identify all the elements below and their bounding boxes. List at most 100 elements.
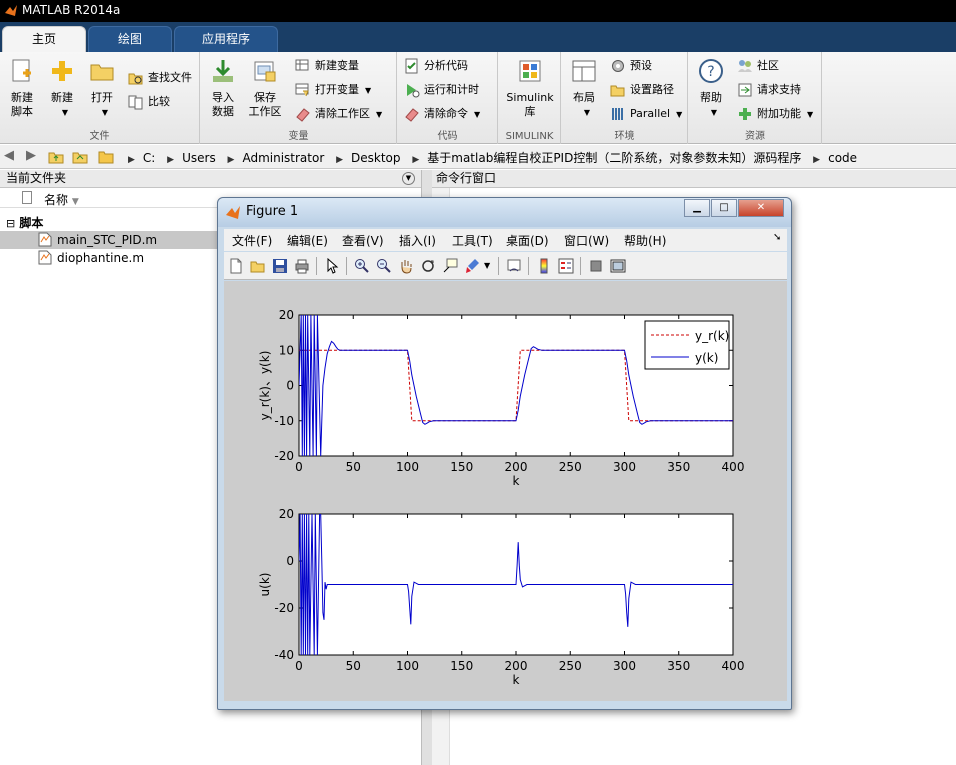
pointer-icon[interactable] (324, 258, 340, 274)
legend-entry: y_r(k) (695, 329, 729, 343)
menu-file[interactable]: 文件(F) (232, 232, 272, 249)
file-group-scripts[interactable]: ⊟ 脚本 (6, 214, 43, 231)
rotate-3d-icon[interactable] (420, 258, 436, 274)
x-tick-label: 200 (505, 460, 528, 474)
current-folder-title: 当前文件夹 (6, 171, 67, 185)
new-variable-button[interactable]: 新建变量 (293, 56, 359, 76)
open-variable-button[interactable]: 打开变量 ▼ (293, 80, 371, 100)
matlab-title-bar: MATLAB R2014a (0, 0, 956, 22)
tab-plots[interactable]: 绘图 (88, 26, 172, 52)
preferences-button[interactable]: 预设 (608, 56, 652, 76)
x-tick-label: 150 (450, 460, 473, 474)
legend-icon[interactable] (558, 258, 574, 274)
layout-button[interactable]: 布局 ▼ (564, 58, 604, 120)
zoom-out-icon[interactable] (376, 258, 392, 274)
save-icon[interactable] (272, 258, 288, 274)
data-cursor-icon[interactable] (442, 258, 458, 274)
up-folder-icon[interactable] (48, 149, 64, 167)
help-button[interactable]: ? 帮助 ▼ (691, 58, 731, 120)
open-file-icon[interactable] (250, 258, 266, 274)
set-path-button[interactable]: 设置路径 (608, 80, 674, 100)
community-button[interactable]: 社区 (735, 56, 779, 76)
list-item-diophantine[interactable]: diophantine.m (0, 249, 222, 267)
parallel-button[interactable]: Parallel ▼ (608, 104, 682, 124)
clear-commands-button[interactable]: 清除命令 ▼ (402, 104, 480, 124)
new-variable-icon (295, 59, 309, 71)
current-folder-header: 当前文件夹 ▼ (0, 170, 421, 188)
menu-edit[interactable]: 编辑(E) (287, 232, 328, 249)
browse-folder-icon[interactable] (72, 149, 88, 167)
help-label: 帮助 (700, 91, 722, 104)
new-script-button[interactable]: 新建 脚本 (2, 58, 42, 119)
close-button[interactable]: ✕ (738, 199, 784, 217)
figure-toolbar: ▼ (224, 252, 787, 280)
brush-icon[interactable] (464, 258, 480, 274)
x-tick-label: 400 (722, 460, 745, 474)
menu-tools[interactable]: 工具(T) (452, 232, 493, 249)
layout-label: 布局 (573, 91, 595, 104)
open-dropdown-icon: ▼ (101, 108, 109, 117)
clear-workspace-button[interactable]: 清除工作区 ▼ (293, 104, 382, 124)
simulink-library-button[interactable]: Simulink 库 (503, 58, 557, 119)
menu-window[interactable]: 窗口(W) (564, 232, 609, 249)
import-data-button[interactable]: 导入 数据 (203, 58, 243, 119)
name-column-text: 名称 (44, 193, 69, 207)
toolbar-separator (346, 257, 347, 275)
request-support-button[interactable]: 请求支持 (735, 80, 801, 100)
clear-workspace-dropdown-icon: ▼ (376, 110, 383, 119)
hide-plot-tools-icon[interactable] (588, 258, 604, 274)
toolbar-separator (316, 257, 317, 275)
menu-insert[interactable]: 插入(I) (399, 232, 436, 249)
breadcrumb-administrator[interactable]: Administrator (242, 151, 324, 165)
colorbar-icon[interactable] (536, 258, 552, 274)
new-button[interactable]: 新建 ▼ (42, 58, 82, 120)
analyze-code-button[interactable]: 分析代码 (402, 56, 468, 76)
breadcrumb-code[interactable]: code (828, 151, 857, 165)
open-button[interactable]: 打开 ▼ (82, 58, 122, 120)
show-plot-tools-icon[interactable] (610, 258, 626, 274)
run-and-time-button[interactable]: 运行和计时 (402, 80, 479, 100)
new-figure-icon[interactable] (228, 258, 244, 274)
panel-menu-icon[interactable]: ▼ (402, 172, 415, 185)
list-item-main-stc-pid[interactable]: main_STC_PID.m (0, 231, 222, 249)
menu-help[interactable]: 帮助(H) (624, 232, 666, 249)
x-tick-label: 300 (613, 460, 636, 474)
breadcrumb-drive[interactable]: C: (143, 151, 155, 165)
collapse-icon[interactable]: ⊟ (6, 217, 15, 230)
zoom-in-icon[interactable] (354, 258, 370, 274)
layout-dropdown-icon: ▼ (583, 108, 591, 117)
close-icon: ✕ (756, 202, 766, 213)
ribbon: 新建 脚本 新建 ▼ 打开 ▼ 查找文件 比较 文件 导入 数据 保存 工作区 (0, 52, 956, 144)
parallel-icon (612, 108, 623, 120)
ribbon-section-resources: ? 帮助 ▼ 社区 请求支持 附加功能 ▼ 资源 (689, 52, 822, 144)
folder-icon (98, 149, 114, 167)
tab-home[interactable]: 主页 (2, 26, 86, 52)
link-plot-icon[interactable] (506, 258, 522, 274)
save-workspace-button[interactable]: 保存 工作区 (245, 58, 285, 119)
dock-arrow-icon[interactable]: ➘ (773, 232, 781, 243)
menu-desktop[interactable]: 桌面(D) (506, 232, 549, 249)
legend-entry: y(k) (695, 351, 718, 365)
eraser-icon (296, 108, 310, 122)
document-icon (22, 191, 32, 204)
breadcrumb-users[interactable]: Users (182, 151, 216, 165)
find-files-button[interactable]: 查找文件 (126, 68, 192, 88)
tab-apps[interactable]: 应用程序 (174, 26, 278, 52)
help-icon: ? (699, 59, 723, 83)
add-ons-button[interactable]: 附加功能 ▼ (735, 104, 813, 124)
breadcrumb-desktop[interactable]: Desktop (351, 151, 401, 165)
pan-hand-icon[interactable] (398, 258, 414, 274)
ribbon-section-code: 分析代码 运行和计时 清除命令 ▼ 代码 (398, 52, 498, 144)
print-icon[interactable] (294, 258, 310, 274)
y-tick-label: -40 (274, 648, 294, 662)
back-icon[interactable]: ◀ (4, 148, 14, 163)
forward-icon[interactable]: ▶ (26, 148, 36, 163)
section-label-resources: 资源 (745, 131, 765, 142)
maximize-button[interactable]: □ (711, 199, 737, 217)
plus-icon (52, 61, 72, 81)
compare-button[interactable]: 比较 (126, 92, 170, 112)
figure-title-bar[interactable]: Figure 1 ▁ □ ✕ (218, 198, 791, 227)
menu-view[interactable]: 查看(V) (342, 232, 384, 249)
minimize-button[interactable]: ▁ (684, 199, 710, 217)
breadcrumb-project-folder[interactable]: 基于matlab编程自校正PID控制（二阶系统，对象参数未知）源码程序 (427, 151, 801, 165)
